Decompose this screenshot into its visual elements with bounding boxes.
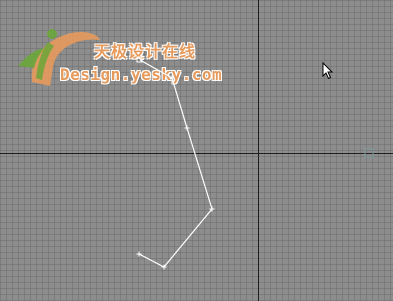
spline-vertex[interactable]: [161, 264, 167, 270]
home-grid-x-axis: [0, 153, 393, 154]
spline-vertex[interactable]: [209, 206, 215, 212]
watermark-logo-icon: [18, 29, 101, 86]
viewport[interactable]: 天极设计在线 Design.yesky.com: [0, 0, 393, 301]
mouse-cursor-icon: [322, 62, 334, 80]
spline-vertex[interactable]: [184, 125, 190, 131]
spline-vertex[interactable]: [136, 251, 142, 257]
watermark: 天极设计在线 Design.yesky.com: [12, 20, 242, 100]
axis-gizmo-icon: [364, 148, 374, 158]
home-grid-y-axis: [258, 0, 259, 301]
watermark-chinese-text: 天极设计在线: [94, 42, 197, 61]
watermark-english-text: Design.yesky.com: [60, 65, 223, 84]
